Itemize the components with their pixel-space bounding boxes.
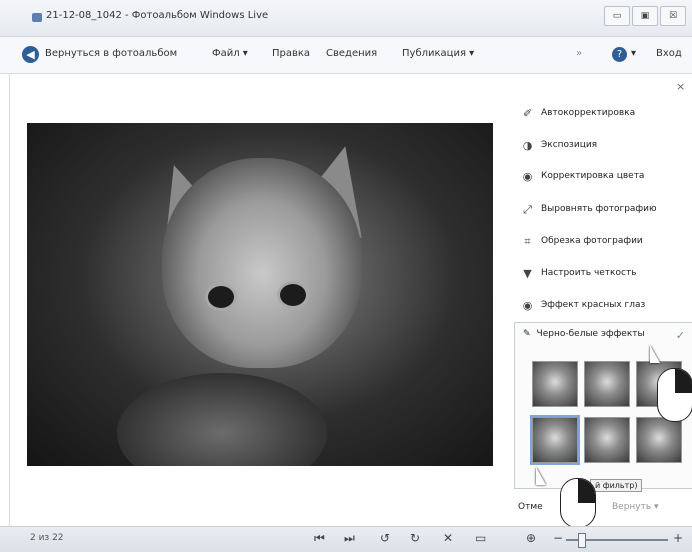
bw-effects-icon: ✎ — [523, 329, 531, 339]
actual-size-icon[interactable]: ⊕ — [526, 531, 536, 545]
window-controls: ▭ ▣ ☒ — [604, 6, 686, 26]
mouse-left-click-icon — [560, 478, 596, 528]
help-icon[interactable]: ? — [612, 47, 627, 62]
undo-button[interactable]: Отме — [518, 502, 543, 512]
publish-menu[interactable]: Публикация ▾ — [402, 48, 474, 59]
bw-effects-label: Черно-белые эффекты — [536, 329, 645, 339]
delete-icon[interactable]: ✕ — [443, 531, 453, 545]
left-border — [9, 74, 10, 526]
slideshow-icon[interactable]: ▭ — [475, 531, 486, 545]
task-label: Корректировка цвета — [541, 171, 645, 181]
title-bar: 21-12-08_1042 - Фотоальбом Windows Live … — [0, 0, 692, 37]
photo-bowl — [117, 373, 327, 466]
window-title: 21-12-08_1042 - Фотоальбом Windows Live — [46, 10, 269, 21]
task-label: Экспозиция — [541, 140, 598, 150]
photo-eye-right — [277, 281, 309, 309]
sign-in-link[interactable]: Вход — [656, 48, 682, 59]
task-autoadjust[interactable]: ✐ Автокорректировка — [521, 103, 635, 123]
filter-tooltip: й фильтр) — [590, 479, 643, 492]
task-straighten[interactable]: ⤢ Выровнять фотографию — [521, 199, 657, 219]
back-to-gallery-button[interactable]: Вернуться в фотоальбом — [45, 48, 177, 59]
photo-cat — [162, 158, 362, 368]
help-dropdown-arrow[interactable]: ▾ — [631, 48, 636, 59]
task-redeye[interactable]: ◉ Эффект красных глаз — [521, 295, 646, 315]
exposure-icon: ◑ — [522, 138, 533, 152]
color-icon: ◉ — [522, 169, 533, 183]
zoom-out-icon[interactable]: − — [553, 531, 563, 545]
rotate-left-icon[interactable]: ↺ — [380, 531, 390, 545]
zoom-in-icon[interactable]: + — [673, 531, 683, 545]
photo-preview — [27, 123, 493, 466]
redo-button[interactable]: Вернуть ▾ — [612, 502, 659, 512]
redeye-icon: ◉ — [522, 298, 533, 312]
status-bar: 2 из 22 ⏮ ⏭ ↺ ↻ ✕ ▭ ⊕ − + — [0, 526, 692, 552]
command-bar: ◀ Вернуться в фотоальбом Файл ▾ Правка С… — [0, 37, 692, 74]
back-arrow-icon[interactable]: ◀ — [22, 46, 39, 63]
task-label: Настроить четкость — [541, 268, 637, 278]
task-label: Эффект красных глаз — [541, 300, 646, 310]
first-photo-icon[interactable]: ⏮ — [314, 531, 325, 546]
bw-filter-thumb-5[interactable] — [584, 417, 630, 463]
mouse-left-click-icon — [657, 368, 692, 422]
task-label: Обрезка фотографии — [541, 236, 643, 246]
minimize-button[interactable]: ▭ — [604, 6, 630, 26]
task-label: Выровнять фотографию — [541, 204, 657, 214]
close-button[interactable]: ☒ — [660, 6, 686, 26]
wand-icon: ✐ — [522, 106, 533, 120]
bw-filter-thumb-2[interactable] — [584, 361, 630, 407]
photo-counter: 2 из 22 — [30, 533, 64, 543]
file-menu[interactable]: Файл ▾ — [212, 48, 248, 59]
task-label: Автокорректировка — [541, 108, 636, 118]
close-panel-icon[interactable]: × — [676, 80, 685, 93]
task-exposure[interactable]: ◑ Экспозиция — [521, 135, 597, 155]
maximize-button[interactable]: ▣ — [632, 6, 658, 26]
bw-filter-thumb-6[interactable] — [636, 417, 682, 463]
crop-icon: ⌗ — [524, 234, 531, 248]
cursor-arrow-icon — [650, 345, 660, 363]
photo-eye-left — [205, 283, 237, 311]
checkmark-icon: ✓ — [675, 329, 685, 342]
info-menu[interactable]: Сведения — [326, 48, 377, 59]
task-crop[interactable]: ⌗ Обрезка фотографии — [521, 231, 643, 251]
bw-filter-thumb-4[interactable] — [530, 415, 580, 465]
rotate-right-icon[interactable]: ↻ — [410, 531, 420, 545]
sharpen-icon: ▼ — [523, 266, 532, 280]
bw-filter-thumb-1[interactable] — [532, 361, 578, 407]
more-chevron[interactable]: » — [576, 48, 582, 59]
task-sharpen[interactable]: ▼ Настроить четкость — [521, 263, 636, 283]
task-color[interactable]: ◉ Корректировка цвета — [521, 166, 645, 186]
last-photo-icon[interactable]: ⏭ — [344, 531, 355, 546]
straighten-icon: ⤢ — [523, 202, 532, 216]
cursor-arrow-icon — [536, 467, 546, 485]
zoom-slider-thumb[interactable] — [578, 533, 586, 548]
photo-gallery-app-icon — [32, 13, 42, 22]
fix-menu[interactable]: Правка — [272, 48, 310, 59]
bw-effects-header[interactable]: ✎ Черно-белые эффекты — [523, 329, 645, 339]
